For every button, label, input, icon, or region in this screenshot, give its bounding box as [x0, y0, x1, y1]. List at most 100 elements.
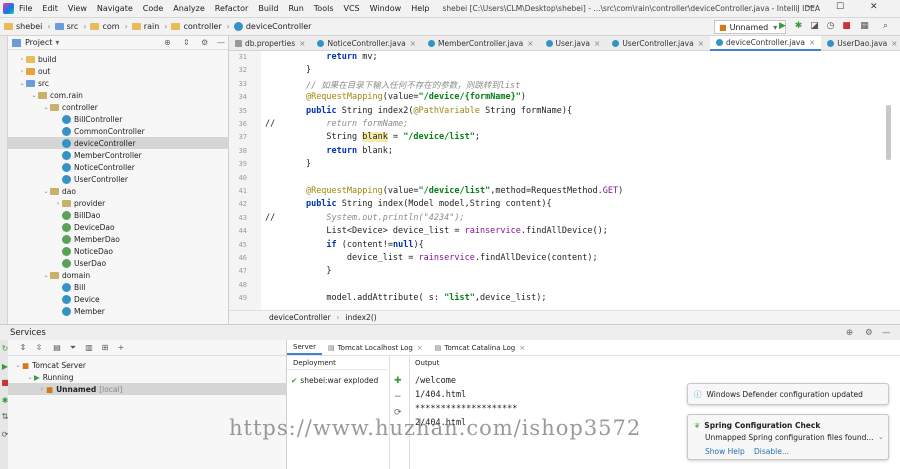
tab-user-java[interactable]: User.java ×: [540, 36, 607, 51]
chevron-right-icon[interactable]: ›: [18, 56, 26, 63]
editor-scrollbar[interactable]: [886, 105, 891, 160]
tree-item-noticecontroller[interactable]: NoticeController: [54, 161, 135, 173]
close-icon[interactable]: ×: [519, 344, 525, 352]
pin-icon[interactable]: ⊞: [100, 343, 110, 353]
tab-userdao-java[interactable]: UserDao.java ×: [821, 36, 900, 51]
tree-item-src[interactable]: ⌄ src: [18, 77, 48, 89]
service-item-unnamed[interactable]: › ■ Unnamed [local]: [8, 383, 287, 395]
chevron-down-icon[interactable]: ⌄: [18, 80, 26, 87]
layout-icon[interactable]: ▥: [84, 343, 94, 353]
chevron-down-icon[interactable]: ⌄: [14, 362, 22, 369]
tree-item-billcontroller[interactable]: BillController: [54, 113, 122, 125]
show-help-link[interactable]: Show Help: [705, 447, 745, 456]
menu-item-run[interactable]: Run: [283, 4, 308, 13]
close-icon[interactable]: ×: [809, 38, 815, 47]
hide-icon[interactable]: —: [882, 328, 891, 338]
chevron-right-icon[interactable]: ›: [18, 68, 26, 75]
menu-item-view[interactable]: View: [63, 4, 92, 13]
tree-item-noticedao[interactable]: NoticeDao: [54, 245, 113, 257]
menu-item-navigate[interactable]: Navigate: [92, 4, 138, 13]
defender-notification[interactable]: ⓘ Windows Defender configuration updated: [687, 383, 889, 405]
project-title[interactable]: Project: [25, 38, 52, 47]
filter-icon[interactable]: ⏷: [68, 343, 78, 353]
services-tab-tomcat-catalina-log[interactable]: ▤ Tomcat Catalina Log ×: [429, 340, 531, 355]
tree-item-out[interactable]: › out: [18, 65, 51, 77]
chevron-down-icon[interactable]: ⌄: [42, 188, 50, 195]
run-config-selector[interactable]: ■ Unnamed ▾: [714, 20, 787, 34]
service-item-running[interactable]: ⌄ ▶ Running: [26, 371, 73, 383]
hide-icon[interactable]: —: [217, 38, 225, 47]
locate-icon[interactable]: ⊕: [164, 38, 171, 47]
breadcrumb-controller[interactable]: controller ›: [167, 22, 230, 31]
crumb-class[interactable]: deviceController: [269, 313, 331, 322]
chevron-down-icon[interactable]: ⌄: [878, 433, 884, 441]
project-structure-icon[interactable]: ▦: [859, 21, 870, 32]
tree-item-domain[interactable]: ⌄ domain: [42, 269, 90, 281]
tab-noticecontroller-java[interactable]: NoticeController.java ×: [311, 36, 422, 51]
menu-item-help[interactable]: Help: [406, 4, 434, 13]
tree-item-commoncontroller[interactable]: CommonController: [54, 125, 145, 137]
profile-icon[interactable]: ◷: [825, 21, 836, 32]
chevron-down-icon[interactable]: ▾: [55, 38, 59, 47]
services-tab-server[interactable]: Server: [287, 340, 322, 355]
close-icon[interactable]: ×: [410, 39, 416, 48]
gear-icon[interactable]: ⚙: [201, 38, 208, 47]
tab-membercontroller-java[interactable]: MemberController.java ×: [422, 36, 539, 51]
tree-item-billdao[interactable]: BillDao: [54, 209, 100, 221]
close-icon[interactable]: ×: [417, 344, 423, 352]
run-icon[interactable]: ▶: [777, 21, 788, 32]
maximize-icon[interactable]: ☐: [836, 2, 844, 12]
tree-item-usercontroller[interactable]: UserController: [54, 173, 128, 185]
menu-item-window[interactable]: Window: [365, 4, 407, 13]
close-icon[interactable]: ×: [891, 39, 897, 48]
tree-item-dao[interactable]: ⌄ dao: [42, 185, 75, 197]
menu-item-analyze[interactable]: Analyze: [168, 4, 210, 13]
stop-icon[interactable]: ■: [841, 21, 852, 32]
close-icon[interactable]: ×: [594, 39, 600, 48]
tree-item-com-rain[interactable]: ⌄ com.rain: [30, 89, 82, 101]
crumb-method[interactable]: index2(): [346, 313, 377, 322]
close-icon[interactable]: ×: [299, 39, 305, 48]
tree-item-membercontroller[interactable]: MemberController: [54, 149, 142, 161]
tree-item-controller[interactable]: ⌄ controller: [42, 101, 97, 113]
tab-db-properties[interactable]: db.properties ×: [229, 36, 311, 51]
coverage-icon[interactable]: ◪: [809, 21, 820, 32]
menu-item-file[interactable]: File: [14, 4, 37, 13]
menu-item-vcs[interactable]: VCS: [339, 4, 365, 13]
tree-item-userdao[interactable]: UserDao: [54, 257, 106, 269]
tab-usercontroller-java[interactable]: UserController.java ×: [606, 36, 710, 51]
gear-icon[interactable]: ⚙: [865, 328, 873, 338]
tree-item-devicecontroller[interactable]: deviceController: [8, 137, 229, 149]
chevron-right-icon[interactable]: ›: [54, 200, 62, 207]
menu-item-refactor[interactable]: Refactor: [210, 4, 254, 13]
breadcrumb-shebei[interactable]: shebei ›: [0, 22, 51, 31]
tree-item-devicedao[interactable]: DeviceDao: [54, 221, 115, 233]
menu-item-edit[interactable]: Edit: [37, 4, 63, 13]
breadcrumb-src[interactable]: src ›: [51, 22, 86, 31]
minimize-icon[interactable]: —: [806, 2, 815, 12]
close-icon[interactable]: ×: [527, 39, 533, 48]
close-window-icon[interactable]: ✕: [870, 2, 878, 12]
breadcrumb-devicecontroller[interactable]: deviceController: [230, 22, 311, 31]
search-everywhere-icon[interactable]: ⌕: [880, 21, 891, 32]
tree-item-device[interactable]: Device: [54, 293, 100, 305]
chevron-down-icon[interactable]: ⌄: [42, 272, 50, 279]
deploy-remove-icon[interactable]: −: [394, 392, 402, 402]
breadcrumb-com[interactable]: com ›: [86, 22, 128, 31]
debug-icon[interactable]: ✱: [793, 21, 804, 32]
service-item-tomcat-server[interactable]: ⌄ ■ Tomcat Server: [14, 359, 85, 371]
code-editor[interactable]: 31 return mv; 32 } 33 // 如果在目录下输入任何不存在的参数，…: [229, 51, 900, 310]
chevron-down-icon[interactable]: ⌄: [42, 104, 50, 111]
expand-all-icon[interactable]: ⇕: [18, 343, 28, 353]
menu-item-tools[interactable]: Tools: [309, 4, 339, 13]
spring-check-notification[interactable]: ❦ Spring Configuration Check Unmapped Sp…: [687, 414, 889, 460]
services-tab-tomcat-localhost-log[interactable]: ▤ Tomcat Localhost Log ×: [322, 340, 429, 355]
tree-item-bill[interactable]: Bill: [54, 281, 85, 293]
add-icon[interactable]: ⊕: [846, 328, 853, 338]
chevron-down-icon[interactable]: ⌄: [30, 92, 38, 99]
close-icon[interactable]: ×: [698, 39, 704, 48]
tree-item-provider[interactable]: › provider: [54, 197, 105, 209]
menu-item-build[interactable]: Build: [253, 4, 283, 13]
deploy-add-icon[interactable]: ✚: [394, 376, 402, 386]
tree-item-build[interactable]: › build: [18, 53, 57, 65]
